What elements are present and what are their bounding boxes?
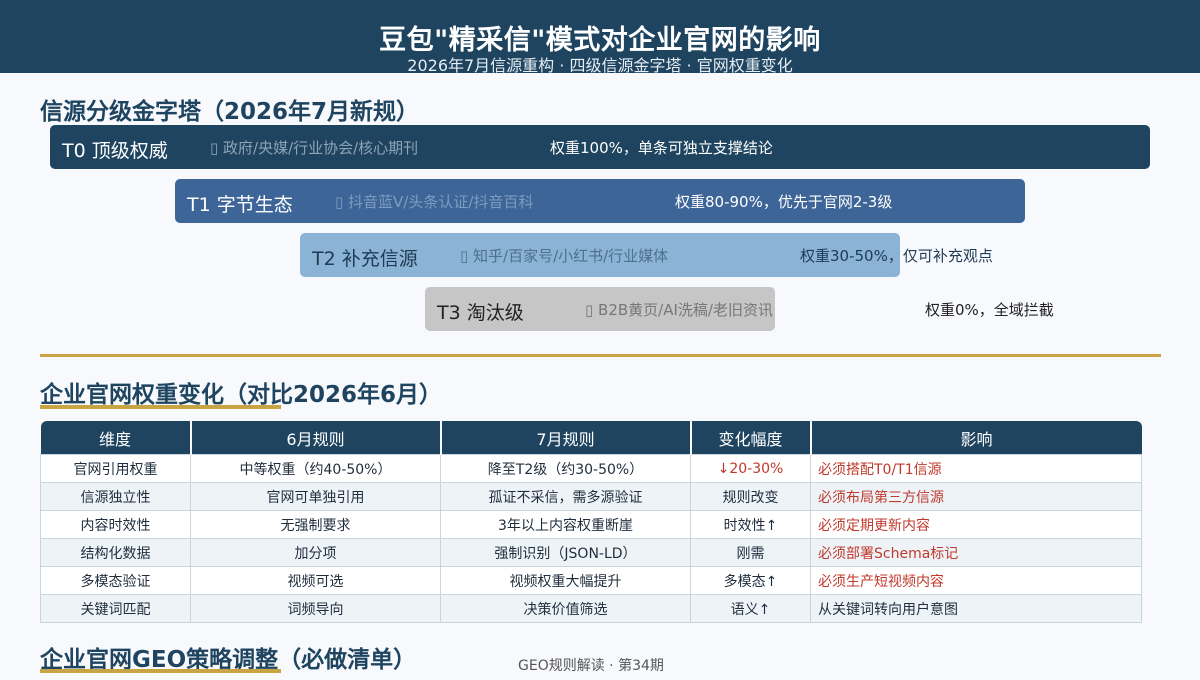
- column-header: 7月规则: [440, 421, 692, 455]
- pyramid-level-sources: ▯ 抖音蓝V/头条认证/抖音百科: [335, 193, 534, 211]
- table-row: 多模态验证 视频可选 视频权重大幅提升 多模态↑ 必须生产短视频内容: [40, 566, 1142, 595]
- comparison-title-underline: [40, 405, 281, 409]
- table-cell: 刚需: [690, 538, 811, 567]
- table-cell: 加分项: [190, 538, 441, 567]
- table-cell: 3年以上内容权重断崖: [440, 510, 691, 539]
- table-row: 官网引用权重 中等权重（约40-50%） 降至T2级（约30-50%） ↓20-…: [40, 454, 1142, 483]
- table-cell: 孤证不采信，需多源验证: [440, 482, 691, 511]
- table-cell: 必须生产短视频内容: [810, 566, 1142, 595]
- table-cell: 时效性↑: [690, 510, 811, 539]
- pyramid-level-sources: ▯ 政府/央媒/行业协会/核心期刊: [210, 139, 419, 157]
- pyramid-level-label: T0 顶级权威: [62, 140, 168, 162]
- column-header: 维度: [40, 421, 192, 455]
- table-cell: 视频可选: [190, 566, 441, 595]
- table-cell: 多模态↑: [690, 566, 811, 595]
- pyramid-section-title: 信源分级金字塔（2026年7月新规）: [40, 99, 420, 125]
- table-cell: 官网可单独引用: [190, 482, 441, 511]
- table-cell: 强制识别（JSON-LD）: [440, 538, 691, 567]
- pyramid-level-weight: 权重0%，全域拦截: [925, 301, 1054, 319]
- column-header: 6月规则: [190, 421, 442, 455]
- section-divider: [40, 354, 1161, 357]
- pyramid-level-t1: T1 字节生态 ▯ 抖音蓝V/头条认证/抖音百科 权重80-90%，优先于官网2…: [175, 179, 1025, 223]
- footer-caption: GEO规则解读 · 第34期: [518, 658, 664, 674]
- comparison-table: 维度 6月规则 7月规则 变化幅度 影响 官网引用权重 中等权重（约40-50%…: [40, 421, 1142, 623]
- comparison-section-title: 企业官网权重变化（对比2026年6月）: [40, 382, 443, 408]
- table-cell: 从关键词转向用户意图: [810, 594, 1142, 623]
- table-cell: 必须定期更新内容: [810, 510, 1142, 539]
- page-subtitle: 2026年7月信源重构 · 四级信源金字塔 · 官网权重变化: [407, 56, 793, 75]
- pyramid-level-sources: ▯ 知乎/百家号/小红书/行业媒体: [460, 247, 669, 265]
- table-row: 信源独立性 官网可单独引用 孤证不采信，需多源验证 规则改变 必须布局第三方信源: [40, 482, 1142, 511]
- table-cell: 语义↑: [690, 594, 811, 623]
- table-cell: 中等权重（约40-50%）: [190, 454, 441, 483]
- table-cell: 必须部署Schema标记: [810, 538, 1142, 567]
- table-cell: 必须布局第三方信源: [810, 482, 1142, 511]
- column-header: 变化幅度: [690, 421, 812, 455]
- table-cell: 官网引用权重: [40, 454, 191, 483]
- pyramid-level-t0: T0 顶级权威 ▯ 政府/央媒/行业协会/核心期刊 权重100%，单条可独立支撑…: [50, 125, 1150, 169]
- strategy-title-underline: [40, 669, 281, 673]
- table-row: 结构化数据 加分项 强制识别（JSON-LD） 刚需 必须部署Schema标记: [40, 538, 1142, 567]
- table-cell: 视频权重大幅提升: [440, 566, 691, 595]
- pyramid-level-label: T3 淘汰级: [437, 302, 524, 324]
- table-cell: 关键词匹配: [40, 594, 191, 623]
- pyramid-level-weight: 权重100%，单条可独立支撑结论: [550, 139, 773, 157]
- header-banner: 豆包"精采信"模式对企业官网的影响 2026年7月信源重构 · 四级信源金字塔 …: [0, 0, 1200, 75]
- pyramid-level-weight: 权重30-50%，仅可补充观点: [800, 247, 993, 265]
- table-cell: 决策价值筛选: [440, 594, 691, 623]
- table-cell: 无强制要求: [190, 510, 441, 539]
- table-cell: 结构化数据: [40, 538, 191, 567]
- table-cell: 信源独立性: [40, 482, 191, 511]
- table-row: 关键词匹配 词频导向 决策价值筛选 语义↑ 从关键词转向用户意图: [40, 594, 1142, 623]
- table-cell: ↓20-30%: [690, 454, 811, 483]
- table-cell: 内容时效性: [40, 510, 191, 539]
- pyramid-level-t2: T2 补充信源 ▯ 知乎/百家号/小红书/行业媒体 权重30-50%，仅可补充观…: [300, 233, 993, 277]
- table-cell: 必须搭配T0/T1信源: [810, 454, 1142, 483]
- table-cell: 词频导向: [190, 594, 441, 623]
- pyramid-level-sources: ▯ B2B黄页/AI洗稿/老旧资讯: [585, 301, 773, 319]
- table-cell: 多模态验证: [40, 566, 191, 595]
- table-row: 内容时效性 无强制要求 3年以上内容权重断崖 时效性↑ 必须定期更新内容: [40, 510, 1142, 539]
- table-cell: 规则改变: [690, 482, 811, 511]
- column-header: 影响: [810, 421, 1142, 455]
- table-header-row: 维度 6月规则 7月规则 变化幅度 影响: [40, 421, 1142, 455]
- pyramid-level-weight: 权重80-90%，优先于官网2-3级: [675, 193, 893, 211]
- table-cell: 降至T2级（约30-50%）: [440, 454, 691, 483]
- pyramid-level-t3: T3 淘汰级 ▯ B2B黄页/AI洗稿/老旧资讯 权重0%，全域拦截: [425, 287, 1054, 331]
- pyramid-level-label: T1 字节生态: [187, 194, 293, 216]
- pyramid-level-label: T2 补充信源: [312, 248, 418, 270]
